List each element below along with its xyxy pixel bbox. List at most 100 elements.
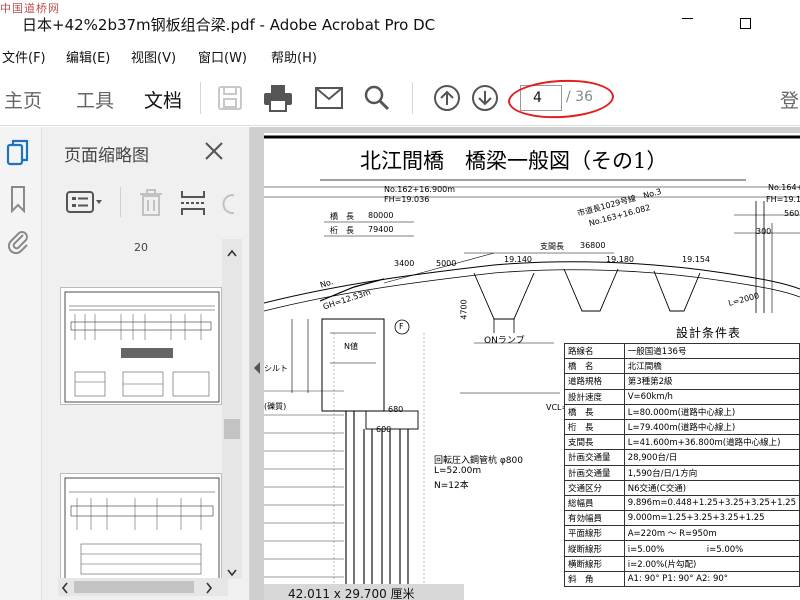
silt-label: シルト [264,364,288,373]
condition-key: 縦断線形 [564,540,625,557]
menu-window[interactable]: 窗口(W) [198,47,247,66]
condition-key: 道路規格 [564,373,625,390]
gravel-label: (礫質) [264,402,287,411]
rotate-icon[interactable] [220,191,234,217]
elevation-1: 19.140 [504,255,532,264]
page-thumbnail-22[interactable] [60,473,222,583]
menu-help[interactable]: 帮助(H) [271,47,317,66]
window-title: 日本+42%2b37m钢板组合梁.pdf - Adobe Acrobat Pro… [22,16,436,34]
minimize-button[interactable] [678,8,698,28]
mail-icon[interactable] [313,82,345,114]
scroll-right-icon[interactable] [204,580,214,599]
condition-key: 支間長 [564,434,625,451]
bridge-length-value: 80000 [368,211,394,220]
girder-length-key: 桁 長 [330,226,354,235]
table-row: 交通区分 N6交通(C交通) [564,479,800,496]
search-icon[interactable] [361,82,393,114]
dim-300: 300 [756,227,772,236]
table-row: 計画交通量 28,900台/日 [564,449,800,466]
thumbnail-hscrollbar[interactable] [58,578,228,596]
sign-in-button[interactable]: 登 [780,86,799,113]
condition-value: V=60km/h [623,388,800,405]
dim-3400: 3400 [394,259,415,268]
tab-document[interactable]: 文档 [144,86,182,113]
condition-value: L=79.400m(道路中心線上) [623,418,800,436]
condition-key: 平面線形 [564,525,625,542]
options-menu-icon[interactable] [66,191,104,217]
condition-key: 計画交通量 [564,464,625,481]
scroll-down-icon[interactable] [226,563,238,577]
station-label-164: No.164+ [768,183,800,192]
girder-length-value: 79400 [368,225,394,234]
save-icon[interactable] [214,82,246,114]
design-conditions-title: 設計条件表 [676,326,742,340]
table-row: 斜 角 A1: 90° P1: 90° A2: 90° [564,570,800,588]
condition-value: 28,900台/日 [623,449,800,466]
span-length-value: 36800 [580,241,606,250]
on-ramp-label: ONランプ [484,336,525,346]
tab-tools[interactable]: 工具 [76,86,114,113]
condition-value: L=41.600m+36.800m(道路中心線上) [623,434,800,451]
pile-count-label: N=12本 [434,481,469,491]
condition-key: 斜 角 [564,570,625,588]
bookmark-icon[interactable] [5,185,33,215]
dim-560: 560 [784,209,800,218]
condition-key: 有効幅員 [564,510,625,527]
condition-key: 路線名 [564,342,625,360]
menu-file[interactable]: 文件(F) [2,47,46,66]
station-label: No.162+16.900m [384,185,456,194]
scroll-left-icon[interactable] [60,580,70,599]
toolbar: 主页 工具 文档 [0,68,800,126]
condition-value: 9.000m=1.25+3.25+3.25+1.25 [623,510,800,527]
pdf-page: 北江間橋 橋梁一般図（その1） No.162+16.900m FH=19.036… [264,133,800,600]
document-title: 北江間橋 橋梁一般図（その1） [360,149,668,173]
hscroll-thumb[interactable] [74,581,194,593]
tab-home[interactable]: 主页 [4,86,42,113]
collapse-panel-icon[interactable] [252,360,262,374]
elevation-3: 19.154 [682,255,710,264]
insert-page-icon[interactable] [179,189,207,221]
table-row: 総幅員 9.896m=0.448+1.25+3.25+3.25+1.25 [564,494,800,512]
thumbnail-tools [42,179,250,225]
table-row: 桁 長 L=79.400m(道路中心線上) [564,418,800,436]
condition-value: A1: 90° P1: 90° A2: 90° [623,570,800,588]
page-thumbnails-icon[interactable] [5,139,33,169]
pile-label: 回転圧入鋼管杭 φ800 [434,456,523,466]
table-row: 横断線形 i=2.00%(片勾配) [564,555,800,572]
condition-value: i=2.00%(片勾配) [623,555,800,572]
table-row: 計画交通量 1,590台/日/1方向 [564,464,800,481]
table-row: 縦断線形 i=5.00% i=5.00% [564,540,800,557]
menu-view[interactable]: 视图(V) [131,47,176,66]
delete-icon[interactable] [139,189,163,221]
prev-page-icon[interactable] [431,82,463,114]
table-row: 支間長 L=41.600m+36.800m(道路中心線上) [564,434,800,451]
page-thumbnail-21[interactable] [60,287,222,405]
close-icon[interactable] [202,139,226,163]
scroll-up-icon[interactable] [226,243,238,257]
print-icon[interactable] [262,82,294,114]
condition-key: 交通区分 [564,479,625,496]
toolbar-separator [412,82,413,114]
menu-edit[interactable]: 编辑(E) [66,47,110,66]
table-row: 平面線形 A=220m ～ R=950m [564,525,800,542]
n-value-label: N値 [344,342,358,351]
panel-title: 页面缩略图 [64,146,149,166]
table-row: 路線名 一般国道136号 [564,342,800,360]
maximize-button[interactable] [740,18,751,29]
thumbnail-panel: 页面缩略图 20 [42,127,250,600]
condition-value: 第3種第2級 [623,373,800,390]
thumbnail-scroll-thumb[interactable] [224,419,240,439]
condition-key: 総幅員 [564,494,625,512]
condition-key: 横断線形 [564,555,625,572]
condition-value: L=80.000m(道路中心線上) [623,403,800,420]
table-row: 道路規格 第3種第2級 [564,373,800,390]
next-page-icon[interactable] [469,82,501,114]
condition-key: 計画交通量 [564,449,625,466]
table-row: 有効幅員 9.000m=1.25+3.25+3.25+1.25 [564,510,800,527]
dim-600: 600 [376,425,392,434]
condition-value: 1,590台/日/1方向 [623,464,800,481]
thumbnail-scrollbar[interactable] [222,239,242,579]
title-bar: 中国道桥网 日本+42%2b37m钢板组合梁.pdf - Adobe Acrob… [0,0,800,44]
attachment-icon[interactable] [5,227,33,257]
condition-value: i=5.00% i=5.00% [623,540,800,557]
